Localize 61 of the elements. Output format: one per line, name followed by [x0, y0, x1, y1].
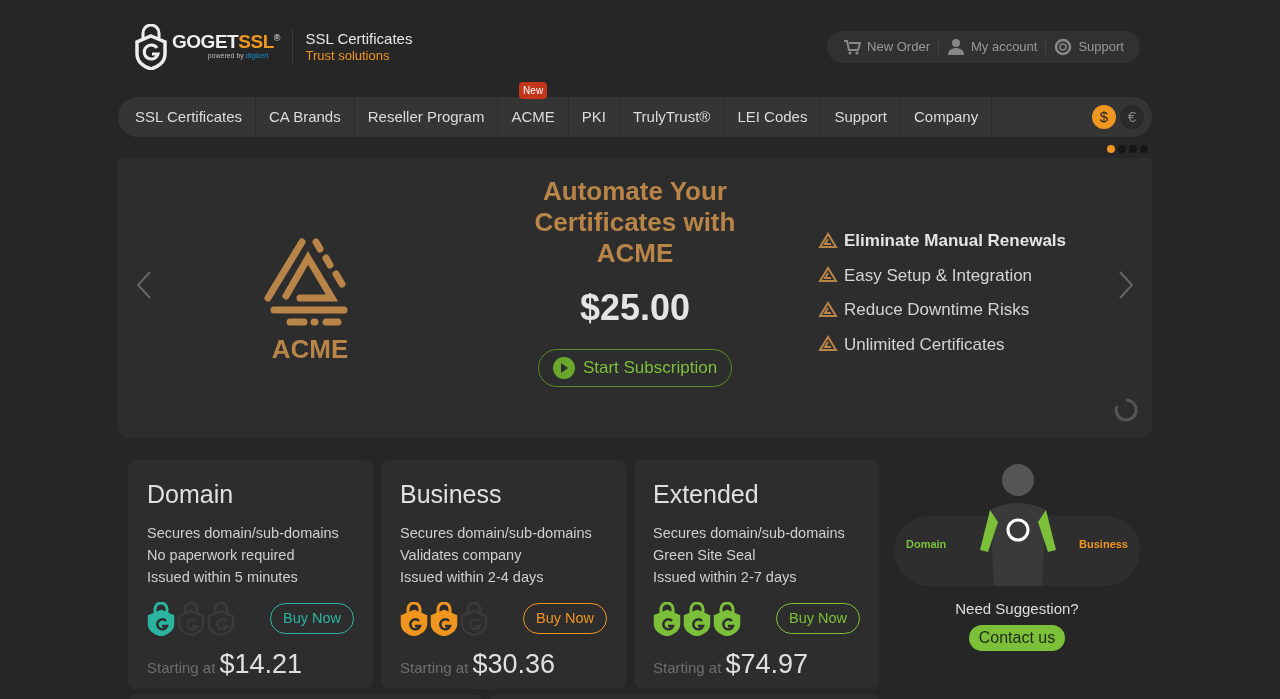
currency-button[interactable]: $ — [1092, 105, 1116, 129]
user-icon — [946, 38, 965, 56]
new-badge: New — [519, 82, 548, 99]
plan-title: Business — [400, 479, 503, 510]
loading-spinner-icon — [1114, 398, 1138, 422]
plan-feature: Issued within 5 minutes — [147, 567, 299, 587]
top-link[interactable]: New Order — [843, 37, 930, 57]
plan-feature: Secures domain/sub-domains — [147, 523, 340, 543]
triangle-icon — [818, 266, 838, 285]
plan-feature: Secures domain/sub-domains — [400, 523, 593, 543]
top-link[interactable]: My account — [946, 37, 1038, 57]
acme-logo-label: ACME — [271, 333, 349, 366]
currency-button[interactable]: € — [1120, 105, 1144, 129]
need-suggestion-text: Need Suggestion? — [955, 599, 1079, 619]
plan-feature: Validates company — [400, 545, 523, 565]
play-icon — [552, 357, 575, 379]
starting-at-label: Starting at — [653, 657, 722, 678]
nav-link[interactable]: Reseller Program — [354, 105, 498, 129]
registered-mark: ® — [273, 32, 281, 44]
plan-feature: No paperwork required — [147, 545, 296, 565]
domain-label: Domain — [906, 536, 947, 552]
triangle-icon — [818, 335, 838, 354]
cart-icon — [843, 38, 862, 56]
contact-us-button[interactable]: Contact us — [968, 624, 1066, 651]
plan-title: Extended — [653, 479, 760, 510]
feature-text: Easy Setup & Integration — [844, 264, 1033, 287]
nav-link[interactable]: TrulyTrust® — [619, 105, 724, 129]
plan-feature: Green Site Seal — [653, 545, 757, 565]
feature-text: Unlimited Certificates — [844, 333, 1005, 356]
plan-title: Domain — [147, 479, 235, 510]
hero-price: $25.00 — [579, 286, 691, 330]
top-link[interactable]: Support — [1054, 37, 1124, 57]
chevron-right-icon[interactable] — [1118, 270, 1134, 300]
triangle-icon — [818, 300, 838, 319]
chevron-left-icon[interactable] — [136, 270, 152, 300]
starting-at-label: Starting at — [400, 657, 469, 678]
plan-price: $74.97 — [725, 647, 808, 681]
business-label: Business — [1079, 536, 1128, 552]
starting-at-label: Starting at — [147, 657, 216, 678]
plan-feature: Issued within 2-7 days — [653, 567, 798, 587]
plan-feature: Issued within 2-4 days — [400, 567, 545, 587]
triangle-icon — [818, 231, 838, 250]
tagline-subtitle: Trust solutions — [305, 48, 391, 65]
nav-link[interactable]: SSL Certificates — [122, 105, 255, 129]
lifebuoy-icon — [1054, 38, 1073, 56]
hero-title: Automate Your Certificates with ACME — [533, 176, 737, 269]
tagline-title: SSL Certificates — [305, 29, 413, 49]
plan-price: $14.21 — [219, 647, 302, 681]
nav-link[interactable]: LEI Codes — [724, 105, 821, 129]
nav-link[interactable]: Company — [901, 105, 992, 129]
nav-link[interactable]: PKI — [568, 105, 619, 129]
feature-text: Reduce Downtime Risks — [844, 299, 1030, 321]
plan-feature: Secures domain/sub-domains — [653, 523, 846, 543]
logo-text: GOGET — [172, 32, 239, 52]
nav-link[interactable]: CA Brands — [256, 105, 354, 129]
plan-price: $30.36 — [472, 647, 555, 681]
nav-link[interactable]: ACME — [498, 105, 568, 129]
feature-text: Eliminate Manual Renewals — [844, 230, 1066, 252]
nav-link[interactable]: Support — [821, 105, 900, 129]
shield-logo-icon — [134, 24, 168, 70]
logo-text-accent: SSL — [238, 32, 274, 52]
